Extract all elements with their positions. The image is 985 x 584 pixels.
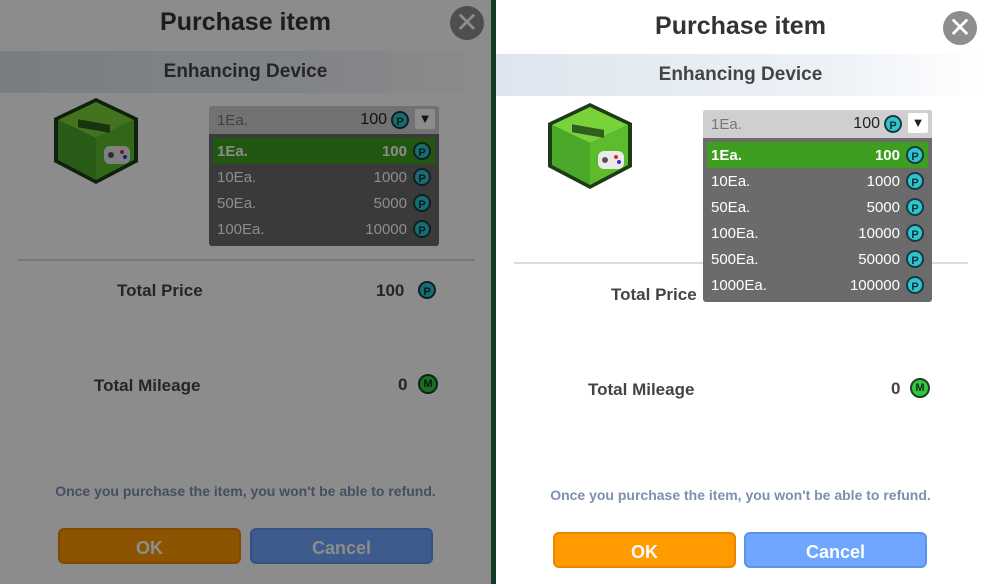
dropdown-option[interactable]: 50Ea. 5000 P: [213, 190, 435, 216]
option-qty: 1Ea.: [711, 147, 742, 164]
selected-price: 100: [853, 115, 880, 132]
dropdown-option[interactable]: 1Ea. 100 P: [707, 142, 928, 168]
dialog-title: Purchase item: [160, 8, 331, 36]
option-price: 100: [381, 143, 407, 160]
dropdown-option[interactable]: 50Ea. 5000 P: [707, 194, 928, 220]
option-price: 5000: [373, 195, 407, 212]
option-qty: 100Ea.: [217, 221, 265, 238]
dropdown-option[interactable]: 1Ea. 100 P: [213, 138, 435, 164]
option-qty: 50Ea.: [711, 199, 751, 216]
refund-note: Once you purchase the item, you won't be…: [55, 483, 436, 499]
dropdown-options: 1Ea. 100 P 10Ea. 1000 P 50Ea. 5000 P 100Ea. 10000 P…: [703, 138, 932, 302]
option-qty: 1Ea.: [217, 143, 248, 160]
item-name-bar: Enhancing Device: [0, 51, 491, 93]
item-name-bar: Enhancing Device: [496, 54, 985, 96]
selected-qty: 1Ea.: [217, 112, 248, 129]
ok-button[interactable]: OK: [553, 532, 736, 568]
currency-p-icon: P: [413, 220, 431, 238]
option-price: 100000: [849, 277, 900, 294]
currency-p-icon: P: [906, 250, 924, 268]
item-name: Enhancing Device: [163, 61, 328, 82]
total-price-label: Total Price: [611, 285, 697, 304]
close-icon[interactable]: ✕: [943, 11, 977, 45]
option-qty: 10Ea.: [217, 169, 257, 186]
mileage-m-icon: M: [910, 378, 930, 398]
dropdown-selected[interactable]: 1Ea. 100 P ▼: [703, 110, 932, 138]
purchase-dialog-left: Purchase item ✕ Enhancing Device 1Ea. 10…: [0, 0, 491, 584]
cancel-button[interactable]: Cancel: [250, 528, 433, 564]
option-qty: 50Ea.: [217, 195, 257, 212]
close-icon[interactable]: ✕: [450, 6, 484, 40]
currency-p-icon: P: [884, 115, 902, 133]
option-price: 1000: [373, 169, 407, 186]
option-price: 1000: [866, 173, 900, 190]
dropdown-option[interactable]: 100Ea. 10000 P: [707, 220, 928, 246]
total-mileage-value: 0: [891, 379, 901, 398]
dropdown-selected[interactable]: 1Ea. 100 P ▼: [209, 106, 439, 134]
quantity-dropdown[interactable]: 1Ea. 100 P ▼ 1Ea. 100 P 10Ea. 1000 P 50Ea. 5000…: [209, 106, 439, 246]
dropdown-option[interactable]: 10Ea. 1000 P: [707, 168, 928, 194]
currency-p-icon: P: [413, 168, 431, 186]
total-mileage-value: 0: [398, 375, 408, 394]
currency-p-icon: P: [413, 194, 431, 212]
dropdown-option[interactable]: 10Ea. 1000 P: [213, 164, 435, 190]
option-price: 10000: [858, 225, 900, 242]
currency-p-icon: P: [906, 146, 924, 164]
currency-p-icon: P: [906, 276, 924, 294]
option-qty: 1000Ea.: [711, 277, 767, 294]
option-qty: 500Ea.: [711, 251, 759, 268]
currency-p-icon: P: [418, 281, 436, 299]
dialog-title: Purchase item: [655, 12, 826, 40]
currency-p-icon: P: [906, 198, 924, 216]
dropdown-option[interactable]: 1000Ea. 100000 P: [707, 272, 928, 298]
purchase-dialog-right: Purchase item ✕ Enhancing Device Total P…: [496, 0, 985, 584]
dropdown-options: 1Ea. 100 P 10Ea. 1000 P 50Ea. 5000 P 100Ea. 10000 P: [209, 134, 439, 246]
total-mileage-label: Total Mileage: [588, 380, 695, 399]
enhancing-device-icon: [548, 103, 632, 189]
option-price: 10000: [365, 221, 407, 238]
option-price: 100: [874, 147, 900, 164]
ok-button[interactable]: OK: [58, 528, 241, 564]
selected-price: 100: [360, 111, 387, 128]
cancel-button[interactable]: Cancel: [744, 532, 927, 568]
divider: [18, 259, 475, 261]
option-price: 50000: [858, 251, 900, 268]
currency-p-icon: P: [906, 224, 924, 242]
dropdown-option[interactable]: 100Ea. 10000 P: [213, 216, 435, 242]
option-qty: 100Ea.: [711, 225, 759, 242]
currency-p-icon: P: [391, 111, 409, 129]
total-price-label: Total Price: [117, 281, 203, 300]
refund-note: Once you purchase the item, you won't be…: [550, 487, 931, 503]
dropdown-option[interactable]: 500Ea. 50000 P: [707, 246, 928, 272]
total-mileage-label: Total Mileage: [94, 376, 201, 395]
enhancing-device-icon: [54, 98, 138, 184]
selected-qty: 1Ea.: [711, 116, 742, 133]
quantity-dropdown-open[interactable]: 1Ea. 100 P ▼ 1Ea. 100 P 10Ea. 1000 P 50Ea. 5000…: [703, 110, 932, 302]
total-price-value: 100: [376, 281, 405, 300]
option-qty: 10Ea.: [711, 173, 751, 190]
option-price: 5000: [866, 199, 900, 216]
item-name: Enhancing Device: [658, 64, 823, 85]
currency-p-icon: P: [413, 142, 431, 160]
currency-p-icon: P: [906, 172, 924, 190]
dropdown-arrow-icon[interactable]: ▼: [415, 109, 435, 129]
dropdown-arrow-icon[interactable]: ▼: [908, 113, 928, 133]
mileage-m-icon: M: [418, 374, 438, 394]
